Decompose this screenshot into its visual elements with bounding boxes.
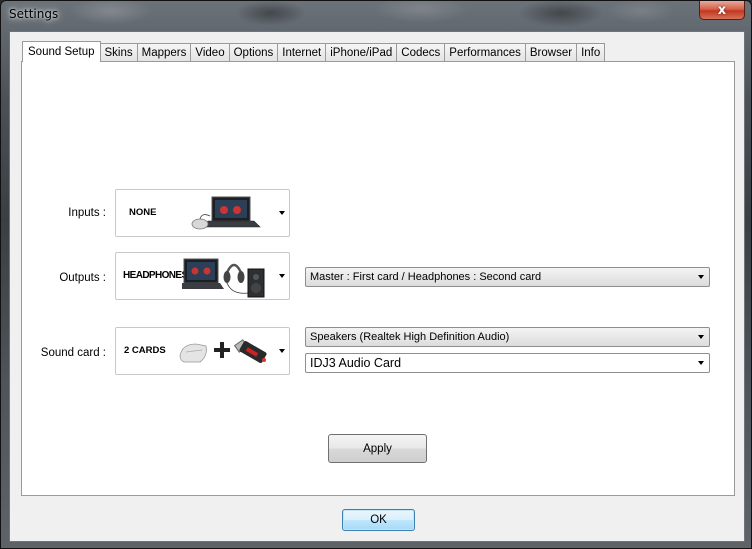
sound-card-1-dropdown[interactable]: Speakers (Realtek High Definition Audio) (305, 327, 710, 347)
tab-sound-setup[interactable]: Sound Setup (22, 41, 101, 62)
tab-internet[interactable]: Internet (278, 43, 327, 62)
laptop-headphones-speaker-icon (182, 258, 265, 298)
tab-options[interactable]: Options (229, 43, 279, 62)
dialog-client-area: Sound Setup Skins Mappers Video Options … (9, 31, 745, 542)
sound-setup-panel: Inputs : NONE Outputs : HEADPHONES Maste… (21, 61, 735, 496)
chevron-down-icon (279, 211, 285, 215)
tab-iphone-ipad[interactable]: iPhone/iPad (326, 43, 398, 62)
apply-button[interactable]: Apply (328, 434, 427, 463)
output-mode-dropdown[interactable]: Master : First card / Headphones : Secon… (305, 267, 710, 287)
tab-codecs[interactable]: Codecs (397, 43, 446, 62)
chevron-down-icon (279, 349, 285, 353)
tab-video[interactable]: Video (191, 43, 230, 62)
tab-skins[interactable]: Skins (100, 43, 138, 62)
tab-info[interactable]: Info (577, 43, 606, 62)
sound-card-1-value: Speakers (Realtek High Definition Audio) (310, 331, 510, 343)
laptop-mouse-icon (191, 196, 261, 230)
chevron-down-icon (698, 335, 704, 339)
outputs-selector[interactable]: HEADPHONES (115, 252, 290, 300)
outputs-label: Outputs : (59, 272, 106, 284)
chevron-down-icon (698, 361, 704, 365)
inputs-label: Inputs : (68, 207, 106, 219)
sound-card-selector[interactable]: 2 CARDS (115, 327, 290, 375)
tab-bar: Sound Setup Skins Mappers Video Options … (22, 41, 606, 62)
sound-card-2-value: IDJ3 Audio Card (310, 356, 402, 370)
inputs-selector[interactable]: NONE (115, 189, 290, 237)
two-cards-icon (179, 339, 267, 363)
tab-mappers[interactable]: Mappers (137, 43, 192, 62)
settings-window: Settings x Sound Setup Skins Mappers Vid… (0, 0, 752, 549)
tab-browser[interactable]: Browser (525, 43, 578, 62)
inputs-value: NONE (129, 207, 157, 218)
outputs-value: HEADPHONES (123, 270, 188, 281)
chevron-down-icon (698, 275, 704, 279)
sound-card-value: 2 CARDS (124, 345, 166, 356)
output-mode-value: Master : First card / Headphones : Secon… (310, 271, 542, 283)
chevron-down-icon (279, 274, 285, 278)
ok-button[interactable]: OK (342, 509, 415, 531)
sound-card-2-dropdown[interactable]: IDJ3 Audio Card (305, 353, 710, 373)
tab-performances[interactable]: Performances (445, 43, 526, 62)
close-button[interactable]: x (699, 1, 745, 20)
window-title: Settings (9, 7, 59, 21)
sound-card-label: Sound card : (40, 347, 106, 359)
